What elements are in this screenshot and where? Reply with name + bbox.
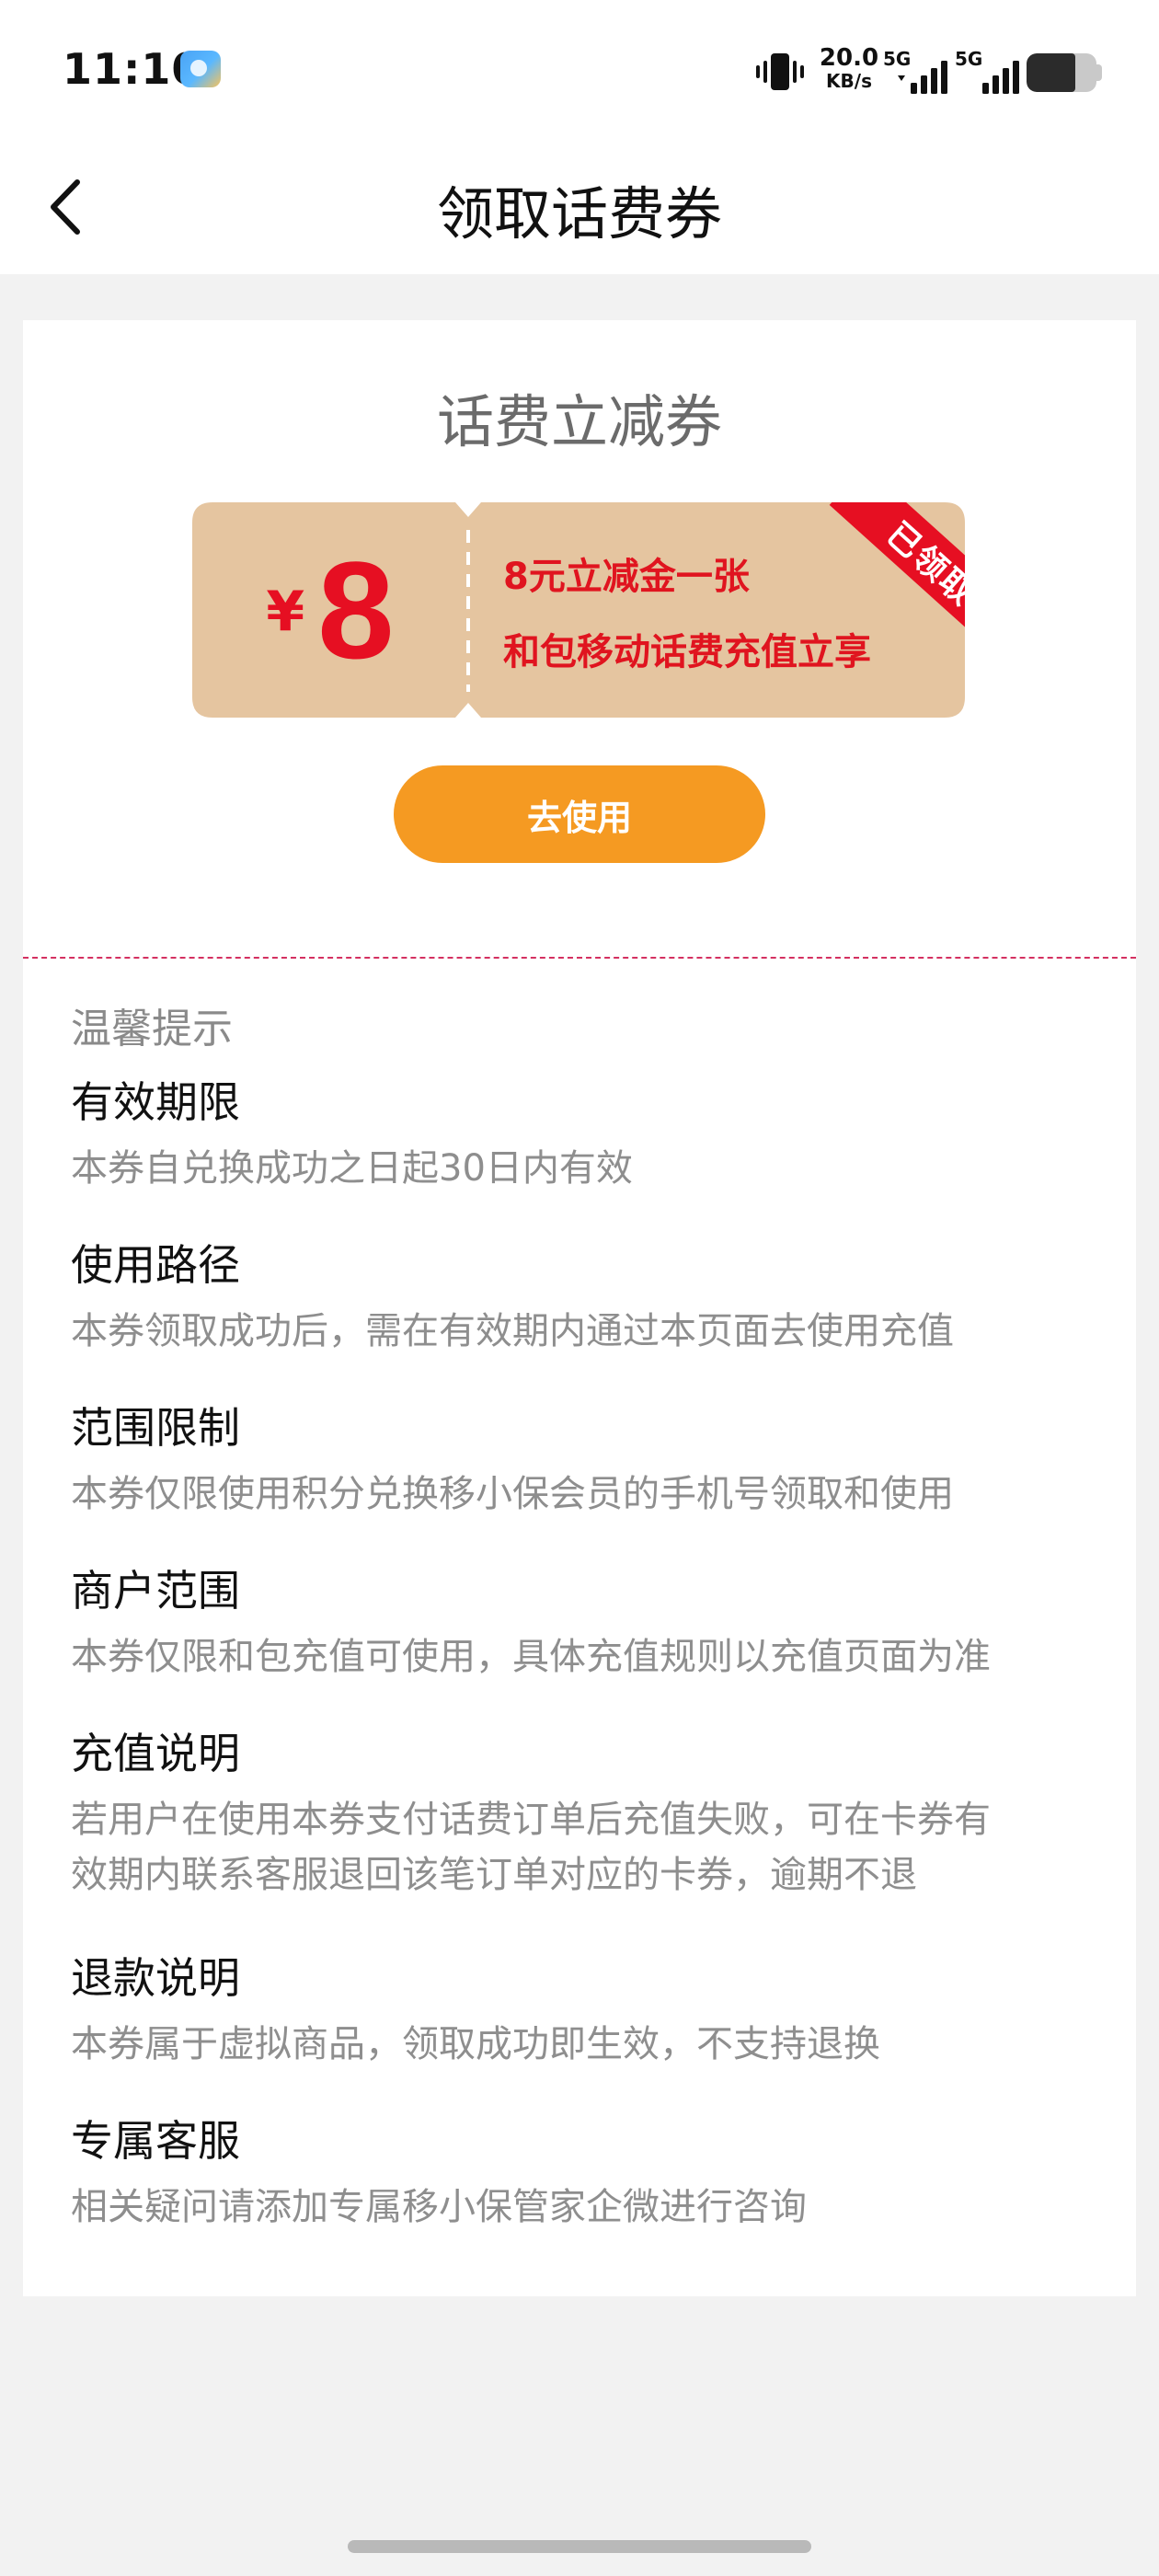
home-indicator[interactable] bbox=[348, 2540, 811, 2553]
coupon-description-2: 和包移动话费充值立享 bbox=[503, 631, 871, 673]
tip-section-usage-path: 使用路径 本券领取成功后，需在有效期内通过本页面去使用充值 bbox=[71, 1237, 1101, 1359]
tip-text: 本券自兑换成功之日起30日内有效 bbox=[71, 1147, 633, 1190]
tip-body: 本券属于虚拟商品，领取成功即生效，不支持退换 bbox=[71, 2017, 1101, 2072]
tip-body: 本券自兑换成功之日起30日内有效 bbox=[71, 1141, 1101, 1196]
page-title: 领取话费券 bbox=[436, 180, 722, 247]
tip-title: 商户范围 bbox=[71, 1566, 240, 1616]
tip-body: 本券仅限和包充值可使用，具体充值规则以充值页面为准 bbox=[71, 1629, 1101, 1685]
tip-text: 本券领取成功后，需在有效期内通过本页面去使用充值 bbox=[71, 1310, 954, 1352]
nav-bar: 领取话费券 bbox=[0, 138, 1159, 274]
tip-text: 相关疑问请添加专属移小保管家企微进行咨询 bbox=[71, 2186, 807, 2228]
vibrate-icon bbox=[756, 53, 804, 90]
coupon-type-title: 话费立减券 bbox=[436, 388, 722, 455]
tip-text: 本券仅限使用积分兑换移小保会员的手机号领取和使用 bbox=[71, 1473, 954, 1515]
tip-body: 本券仅限使用积分兑换移小保会员的手机号领取和使用 bbox=[71, 1466, 1101, 1522]
tip-title: 退款说明 bbox=[71, 1953, 240, 2003]
dashed-divider bbox=[23, 957, 1136, 959]
tip-body: 本券领取成功后，需在有效期内通过本页面去使用充值 bbox=[71, 1304, 1101, 1359]
tips-heading: 温馨提示 bbox=[71, 1006, 233, 1052]
tip-text: 若用户在使用本券支付话费订单后充值失败，可在卡券有 bbox=[71, 1799, 991, 1841]
battery-tip bbox=[1096, 64, 1102, 81]
coupon-amount: ¥ 8 bbox=[192, 502, 468, 718]
tip-section-customer-service: 专属客服 相关疑问请添加专属移小保管家企微进行咨询 bbox=[71, 2113, 1101, 2235]
tip-section-recharge-notes: 充值说明 若用户在使用本券支付话费订单后充值失败，可在卡券有 效期内联系客服退回… bbox=[71, 1726, 1101, 1903]
status-bar: 11:10 20.0 KB/s 5G 5G bbox=[0, 0, 1159, 138]
tip-text-2: 效期内联系客服退回该笔订单对应的卡券，逾期不退 bbox=[71, 1854, 917, 1896]
network-speed: 20.0 KB/s bbox=[819, 46, 879, 90]
use-coupon-button[interactable]: 去使用 bbox=[394, 765, 765, 863]
coupon-description: 8元立减金一张 bbox=[503, 556, 750, 598]
tip-text: 本券仅限和包充值可使用，具体充值规则以充值页面为准 bbox=[71, 1636, 991, 1678]
coupon-ticket: ¥ 8 8元立减金一张 和包移动话费充值立享 已领取 bbox=[192, 502, 965, 718]
network-speed-unit: KB/s bbox=[826, 70, 872, 92]
tip-section-validity: 有效期限 本券自兑换成功之日起30日内有效 bbox=[71, 1075, 1101, 1196]
tip-section-merchant-scope: 商户范围 本券仅限和包充值可使用，具体充值规则以充值页面为准 bbox=[71, 1563, 1101, 1685]
tip-text: 本券属于虚拟商品，领取成功即生效，不支持退换 bbox=[71, 2023, 880, 2065]
tip-title: 使用路径 bbox=[71, 1240, 240, 1290]
tip-section-scope-limit: 范围限制 本券仅限使用积分兑换移小保会员的手机号领取和使用 bbox=[71, 1400, 1101, 1522]
tip-title: 专属客服 bbox=[71, 2116, 240, 2166]
tip-title: 充值说明 bbox=[71, 1729, 240, 1778]
tip-body: 若用户在使用本券支付话费订单后充值失败，可在卡券有 效期内联系客服退回该笔订单对… bbox=[71, 1792, 1101, 1903]
tip-section-refund: 退款说明 本券属于虚拟商品，领取成功即生效，不支持退换 bbox=[71, 1950, 1101, 2072]
coupon-value: 8 bbox=[317, 533, 395, 687]
battery-icon bbox=[1027, 53, 1096, 92]
app-notification-icon bbox=[180, 51, 221, 87]
network-speed-value: 20.0 bbox=[819, 44, 879, 72]
tip-body: 相关疑问请添加专属移小保管家企微进行咨询 bbox=[71, 2179, 1101, 2235]
tip-title: 有效期限 bbox=[71, 1077, 240, 1127]
signal-icon: 5G bbox=[883, 48, 953, 96]
battery-fill bbox=[1027, 53, 1076, 92]
coupon-card: 话费立减券 ¥ 8 8元立减金一张 和包移动话费充值立享 已领取 去使用 温馨提… bbox=[23, 320, 1136, 2296]
currency-symbol: ¥ bbox=[266, 580, 305, 644]
signal-icon: 5G bbox=[955, 48, 1025, 96]
tip-title: 范围限制 bbox=[71, 1403, 240, 1453]
